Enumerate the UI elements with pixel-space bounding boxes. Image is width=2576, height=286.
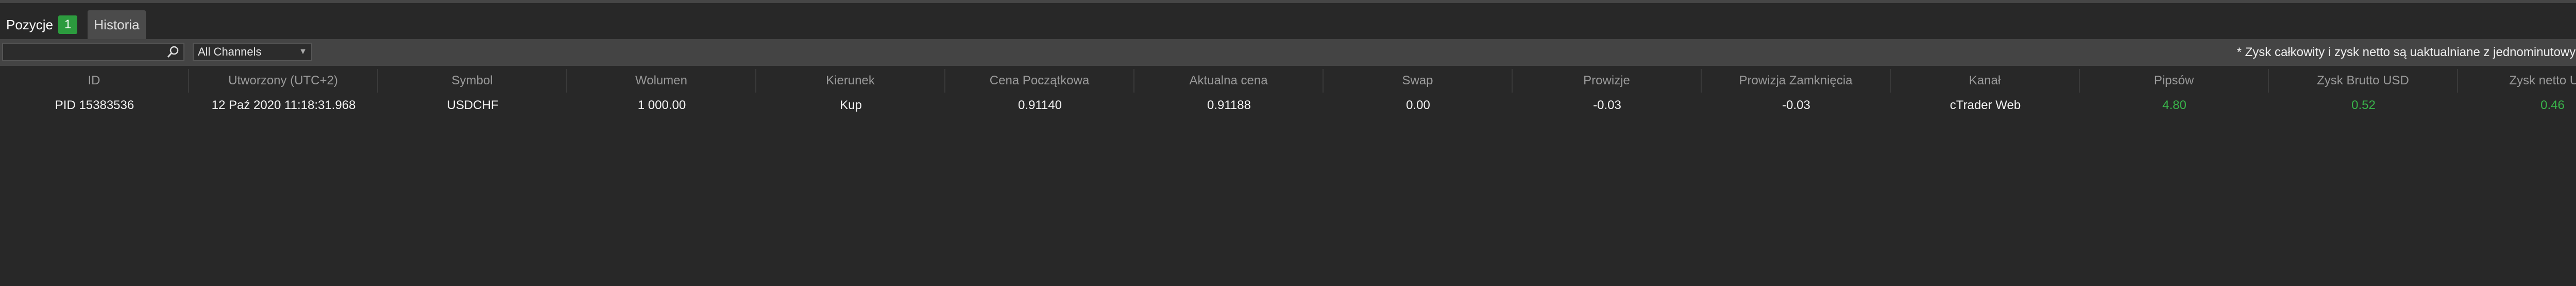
col-net-profit[interactable]: Zysk netto USD [2458,69,2576,93]
col-created[interactable]: Utworzony (UTC+2) [189,69,378,93]
chevron-down-icon: ▼ [299,47,307,56]
delay-note: * Zysk całkowity i zysk netto są uaktual… [2236,45,2576,59]
channel-select-value: All Channels [198,45,262,58]
cell-current-price: 0.91188 [1207,98,1251,112]
tab-history-label: Historia [94,16,140,32]
positions-panel: Pozycje 1 Historia All Channels ▼ * Zysk… [0,3,2576,286]
table-header: ID Utworzony (UTC+2) Symbol Wolumen Kier… [0,69,2576,93]
cell-swap: 0.00 [1406,98,1430,112]
col-close-commission[interactable]: Prowizja Zamknięcia [1702,69,1891,93]
cell-direction: Kup [840,98,862,112]
tab-bar: Pozycje 1 Historia [0,10,146,39]
cell-close-commission: -0.03 [1782,98,1810,112]
col-swap[interactable]: Swap [1324,69,1513,93]
col-symbol[interactable]: Symbol [378,69,567,93]
tab-positions-label: Pozycje [6,16,54,32]
filter-toolbar: All Channels ▼ * Zysk całkowity i zysk n… [0,39,2576,66]
col-channel[interactable]: Kanał [1891,69,2080,93]
cell-id: PID 15383536 [55,98,134,112]
cell-symbol: USDCHF [447,98,499,112]
col-commission[interactable]: Prowizje [1513,69,1702,93]
channel-select[interactable]: All Channels ▼ [193,43,312,61]
search-icon[interactable] [166,45,180,59]
col-pips[interactable]: Pipsów [2080,69,2269,93]
col-direction[interactable]: Kierunek [756,69,945,93]
col-id[interactable]: ID [0,69,189,93]
col-volume[interactable]: Wolumen [567,69,756,93]
cell-channel: cTrader Web [1950,98,2021,112]
tab-history[interactable]: Historia [88,10,146,39]
positions-count-badge: 1 [58,15,78,34]
cell-created: 12 Paź 2020 11:18:31.968 [211,98,356,112]
cell-net-profit: 0.46 [2540,98,2565,112]
col-gross-profit[interactable]: Zysk Brutto USD [2269,69,2458,93]
col-open-price[interactable]: Cena Początkowa [945,69,1134,93]
search-input[interactable] [2,43,184,61]
cell-gross-profit: 0.52 [2351,98,2376,112]
table-row[interactable]: PID 15383536 12 Paź 2020 11:18:31.968 US… [0,95,2576,116]
tab-positions[interactable]: Pozycje 1 [0,10,84,39]
cell-pips: 4.80 [2162,98,2187,112]
cell-volume: 1 000.00 [637,98,686,112]
col-current-price[interactable]: Aktualna cena [1134,69,1324,93]
cell-open-price: 0.91140 [1018,98,1062,112]
cell-commission: -0.03 [1593,98,1621,112]
